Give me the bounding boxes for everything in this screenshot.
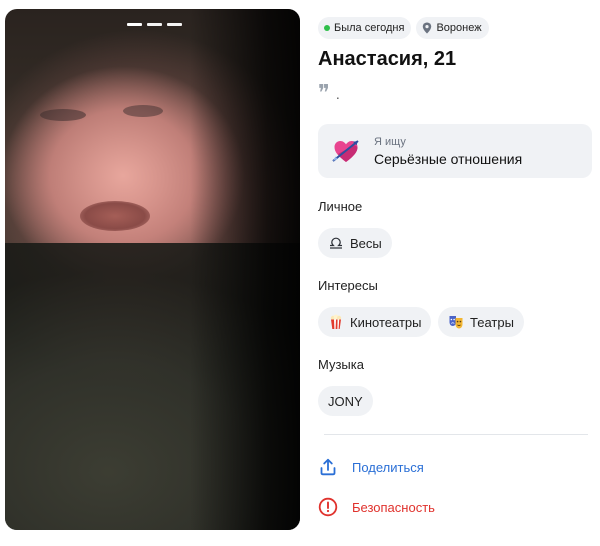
looking-for-text: Я ищу Серьёзные отношения: [374, 136, 522, 167]
looking-for-value: Серьёзные отношения: [374, 150, 523, 167]
divider: [324, 434, 588, 435]
profile-name-age: Анастасия, 21: [318, 48, 457, 70]
photo-pager-indicators: [127, 23, 182, 26]
theater-masks-icon: [449, 316, 463, 329]
chip-label: JONY: [328, 393, 363, 409]
section-title-music: Музыка: [318, 357, 364, 372]
photo-indicator[interactable]: [167, 23, 182, 26]
heart-arrow-icon: [332, 140, 359, 162]
city-label: Воронеж: [436, 22, 482, 34]
section-title-interests: Интересы: [318, 278, 378, 293]
chip-label: Театры: [470, 314, 514, 330]
profile-about: ❞ .: [318, 81, 340, 106]
photo-detail: [123, 105, 163, 117]
online-status-badge: Была сегодня: [318, 17, 412, 39]
popcorn-icon: [330, 314, 342, 329]
share-label: Поделиться: [352, 459, 424, 475]
section-title-personal: Личное: [318, 199, 363, 214]
warning-icon: [318, 497, 338, 517]
chip-interest-cinema: Кинотеатры: [318, 307, 432, 337]
photo-indicator[interactable]: [127, 23, 142, 26]
chip-interest-theater: Театры: [438, 307, 524, 337]
photo-detail: [80, 201, 150, 231]
photo-shading: [190, 9, 300, 530]
quote-icon: ❞: [318, 81, 330, 106]
online-status-label: Была сегодня: [334, 22, 405, 34]
chip-music-artist: JONY: [318, 386, 373, 416]
photo-detail: [40, 109, 86, 121]
profile-photo[interactable]: [5, 9, 300, 530]
status-badges: Была сегодня Воронеж: [318, 17, 489, 39]
libra-icon: [330, 237, 342, 249]
looking-for-label: Я ищу: [374, 135, 406, 148]
looking-for-card: Я ищу Серьёзные отношения: [318, 124, 592, 178]
chip-label: Кинотеатры: [350, 314, 422, 330]
online-dot-icon: [324, 25, 330, 31]
share-button[interactable]: Поделиться: [318, 457, 424, 477]
chip-zodiac: Весы: [318, 228, 392, 258]
about-text: .: [335, 86, 340, 102]
city-badge: Воронеж: [416, 17, 489, 39]
safety-label: Безопасность: [352, 499, 435, 515]
share-icon: [320, 458, 336, 476]
chip-label: Весы: [350, 235, 382, 251]
location-pin-icon: [423, 22, 432, 34]
photo-indicator[interactable]: [147, 23, 162, 26]
safety-button[interactable]: Безопасность: [318, 497, 435, 517]
